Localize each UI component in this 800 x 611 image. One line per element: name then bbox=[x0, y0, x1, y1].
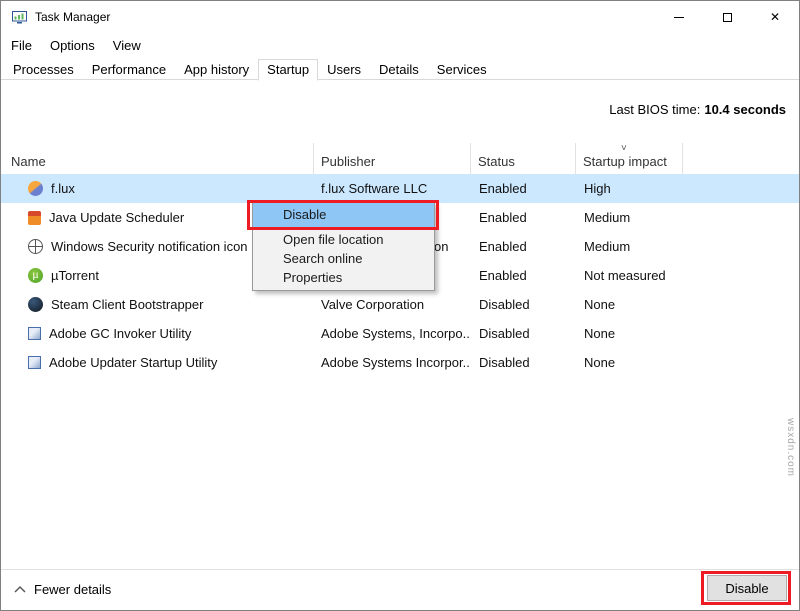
close-icon: ✕ bbox=[770, 10, 780, 24]
tab-details[interactable]: Details bbox=[370, 59, 428, 81]
windows-security-icon bbox=[28, 239, 43, 254]
cell-name: Adobe Updater Startup Utility bbox=[1, 355, 314, 370]
cell-startup-impact: None bbox=[576, 297, 683, 312]
adobe-icon bbox=[28, 356, 41, 369]
column-header-label: Name bbox=[11, 154, 46, 169]
row-name: µTorrent bbox=[51, 268, 99, 283]
context-menu-item-properties[interactable]: Properties bbox=[253, 268, 434, 287]
row-name: Adobe Updater Startup Utility bbox=[49, 355, 217, 370]
menu-item-view[interactable]: View bbox=[104, 38, 150, 53]
minimize-icon bbox=[674, 17, 684, 18]
tab-performance[interactable]: Performance bbox=[83, 59, 175, 81]
footer: Fewer details Disable bbox=[1, 569, 799, 610]
cell-name: f.lux bbox=[1, 181, 314, 196]
row-name: Windows Security notification icon bbox=[51, 239, 248, 254]
column-header-label: Startup impact bbox=[583, 154, 667, 169]
cell-publisher: Adobe Systems, Incorpo... bbox=[314, 326, 471, 341]
table-row[interactable]: Adobe Updater Startup Utility Adobe Syste… bbox=[1, 348, 799, 377]
watermark: wsxdn.com bbox=[785, 418, 796, 477]
cell-name: Steam Client Bootstrapper bbox=[1, 297, 314, 312]
row-name: Adobe GC Invoker Utility bbox=[49, 326, 191, 341]
table-row[interactable]: Adobe GC Invoker Utility Adobe Systems, I… bbox=[1, 319, 799, 348]
task-manager-window: Task Manager ✕ FileOptionsView Processes… bbox=[0, 0, 800, 611]
column-header-name[interactable]: Name bbox=[1, 143, 314, 174]
cell-startup-impact: Medium bbox=[576, 239, 683, 254]
menu-item-file[interactable]: File bbox=[2, 38, 41, 53]
steam-icon bbox=[28, 297, 43, 312]
tab-startup[interactable]: Startup bbox=[258, 59, 318, 81]
flux-icon bbox=[28, 181, 43, 196]
row-name: Java Update Scheduler bbox=[49, 210, 184, 225]
utorrent-icon bbox=[28, 268, 43, 283]
cell-startup-impact: High bbox=[576, 181, 683, 196]
sort-indicator-icon: ˅ bbox=[621, 144, 627, 154]
cell-publisher: Adobe Systems Incorpor... bbox=[314, 355, 471, 370]
column-header-label: Publisher bbox=[321, 154, 375, 169]
cell-status: Disabled bbox=[471, 355, 576, 370]
disable-button[interactable]: Disable bbox=[707, 575, 787, 601]
last-bios-time: Last BIOS time: 10.4 seconds bbox=[609, 102, 786, 117]
column-header-label: Status bbox=[478, 154, 515, 169]
fewer-details-toggle[interactable]: Fewer details bbox=[14, 582, 111, 597]
table-header: Name Publisher Status ˅Startup impact bbox=[1, 143, 799, 174]
cell-startup-impact: Not measured bbox=[576, 268, 683, 283]
table-row[interactable]: f.lux f.lux Software LLCEnabledHigh bbox=[1, 174, 799, 203]
fewer-details-label: Fewer details bbox=[34, 582, 111, 597]
context-menu-item-open-file-location[interactable]: Open file location bbox=[253, 230, 434, 249]
menu-item-options[interactable]: Options bbox=[41, 38, 104, 53]
cell-status: Enabled bbox=[471, 239, 576, 254]
context-menu-item-disable[interactable]: Disable bbox=[253, 203, 434, 227]
bios-value: 10.4 seconds bbox=[704, 102, 786, 117]
context-menu-item-search-online[interactable]: Search online bbox=[253, 249, 434, 268]
maximize-button[interactable] bbox=[703, 1, 751, 33]
bios-label: Last BIOS time: bbox=[609, 102, 700, 117]
cell-name: Adobe GC Invoker Utility bbox=[1, 326, 314, 341]
column-header-startup-impact[interactable]: ˅Startup impact bbox=[576, 143, 683, 174]
cell-status: Enabled bbox=[471, 210, 576, 225]
window-title: Task Manager bbox=[35, 10, 110, 24]
cell-publisher: f.lux Software LLC bbox=[314, 181, 471, 196]
cell-status: Disabled bbox=[471, 297, 576, 312]
tab-services[interactable]: Services bbox=[428, 59, 496, 81]
column-header-publisher[interactable]: Publisher bbox=[314, 143, 471, 174]
column-header-status[interactable]: Status bbox=[471, 143, 576, 174]
minimize-button[interactable] bbox=[655, 1, 703, 33]
cell-startup-impact: None bbox=[576, 326, 683, 341]
cell-startup-impact: Medium bbox=[576, 210, 683, 225]
tab-users[interactable]: Users bbox=[318, 59, 370, 81]
title-bar: Task Manager ✕ bbox=[1, 1, 799, 33]
maximize-icon bbox=[723, 13, 732, 22]
row-name: Steam Client Bootstrapper bbox=[51, 297, 203, 312]
cell-status: Enabled bbox=[471, 181, 576, 196]
tab-app-history[interactable]: App history bbox=[175, 59, 258, 81]
up-chevron-icon bbox=[14, 585, 26, 594]
table-row[interactable]: Steam Client Bootstrapper Valve Corporati… bbox=[1, 290, 799, 319]
adobe-icon bbox=[28, 327, 41, 340]
tab-bar: ProcessesPerformanceApp historyStartupUs… bbox=[1, 58, 799, 80]
close-button[interactable]: ✕ bbox=[751, 1, 799, 33]
task-manager-icon bbox=[12, 10, 27, 24]
cell-publisher: Valve Corporation bbox=[314, 297, 471, 312]
context-menu: Disable Open file locationSearch onlinePr… bbox=[252, 202, 435, 291]
java-icon bbox=[28, 211, 41, 225]
cell-status: Enabled bbox=[471, 268, 576, 283]
cell-status: Disabled bbox=[471, 326, 576, 341]
row-name: f.lux bbox=[51, 181, 75, 196]
window-controls: ✕ bbox=[655, 1, 799, 33]
tab-processes[interactable]: Processes bbox=[4, 59, 83, 81]
cell-startup-impact: None bbox=[576, 355, 683, 370]
menu-bar: FileOptionsView bbox=[1, 33, 150, 58]
